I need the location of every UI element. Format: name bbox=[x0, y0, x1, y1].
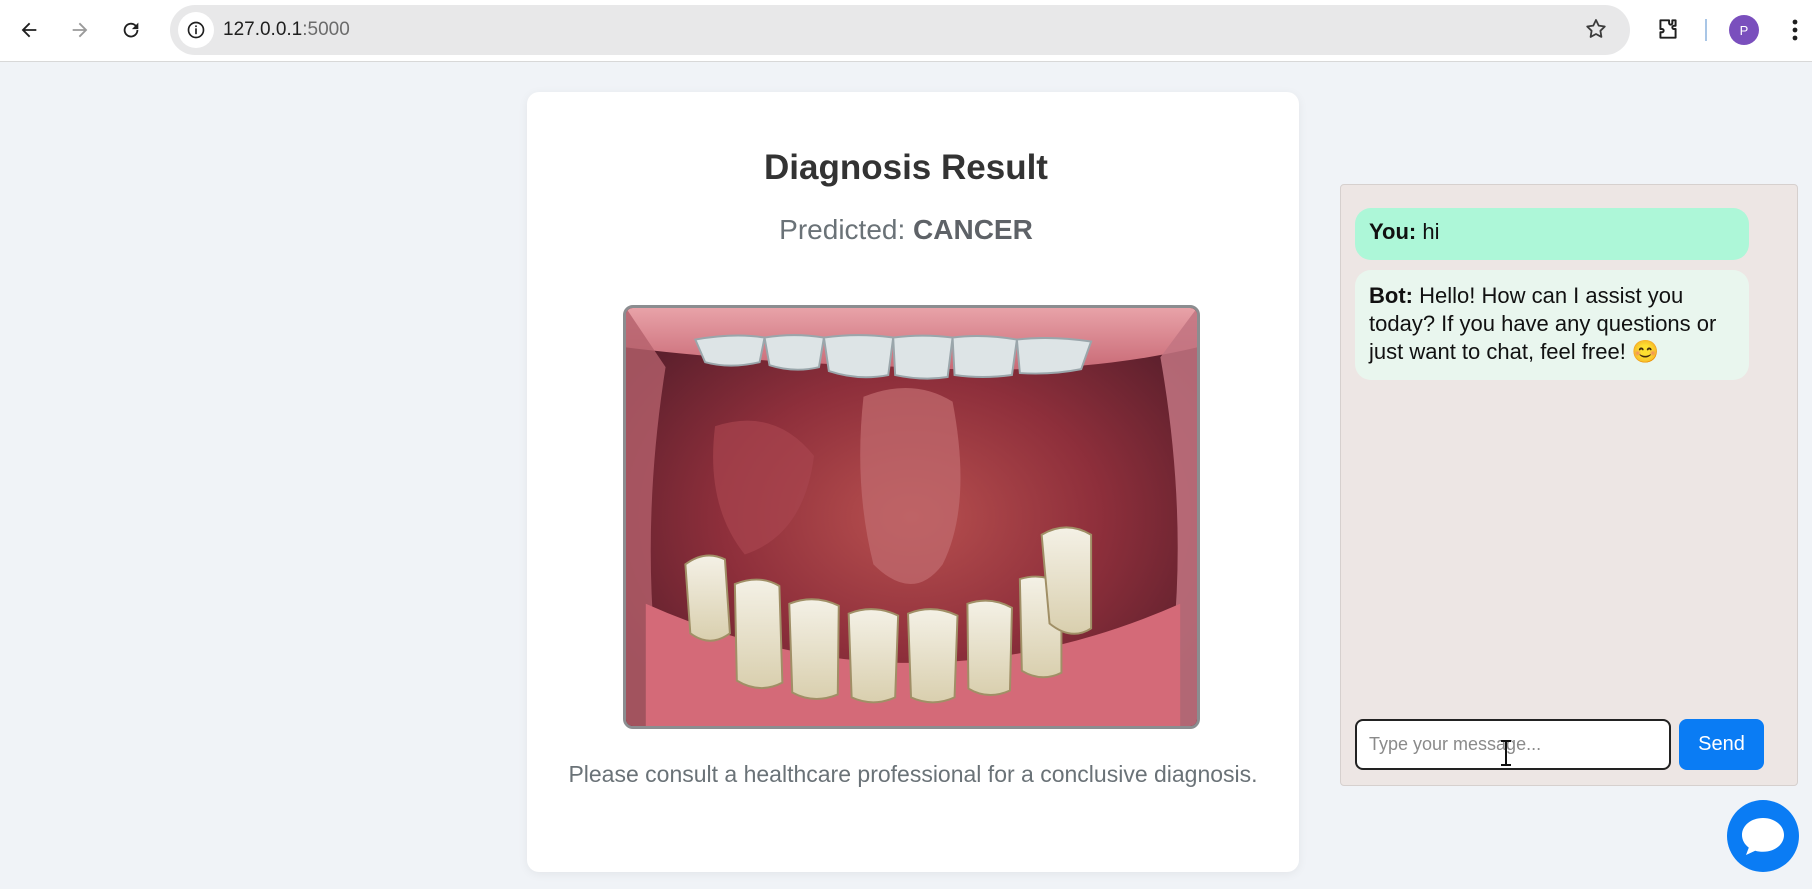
message-text: hi bbox=[1422, 219, 1440, 244]
chat-bubble-icon[interactable] bbox=[1727, 800, 1799, 872]
kebab-menu-icon[interactable] bbox=[1778, 12, 1812, 48]
url-text[interactable]: 127.0.0.1:5000 bbox=[223, 19, 350, 41]
send-button[interactable]: Send bbox=[1679, 719, 1764, 770]
chat-message-bot: Bot: Hello! How can I assist you today? … bbox=[1355, 270, 1749, 380]
uploaded-oral-image bbox=[623, 305, 1200, 729]
back-arrow-icon[interactable] bbox=[10, 11, 48, 49]
site-info-icon[interactable] bbox=[178, 12, 214, 48]
profile-avatar[interactable]: P bbox=[1729, 15, 1759, 45]
page-title: Diagnosis Result bbox=[764, 148, 1048, 187]
reload-icon[interactable] bbox=[112, 11, 150, 49]
prediction-value: CANCER bbox=[913, 214, 1033, 245]
message-sender: You: bbox=[1369, 219, 1417, 244]
address-bar[interactable]: 127.0.0.1:5000 bbox=[170, 5, 1630, 55]
extensions-icon[interactable] bbox=[1650, 11, 1686, 47]
bookmark-star-icon[interactable] bbox=[1578, 11, 1614, 47]
message-text: Hello! How can I assist you today? If yo… bbox=[1369, 283, 1717, 364]
toolbar-separator bbox=[1705, 19, 1707, 41]
text-cursor-icon bbox=[1498, 739, 1514, 767]
chat-message-user: You: hi bbox=[1355, 208, 1749, 260]
disclaimer-text: Please consult a healthcare professional… bbox=[568, 761, 1258, 787]
browser-toolbar: 127.0.0.1:5000 P bbox=[0, 0, 1812, 62]
forward-arrow-icon[interactable] bbox=[61, 11, 99, 49]
prediction-label: Predicted: bbox=[779, 214, 906, 245]
message-sender: Bot: bbox=[1369, 283, 1413, 308]
